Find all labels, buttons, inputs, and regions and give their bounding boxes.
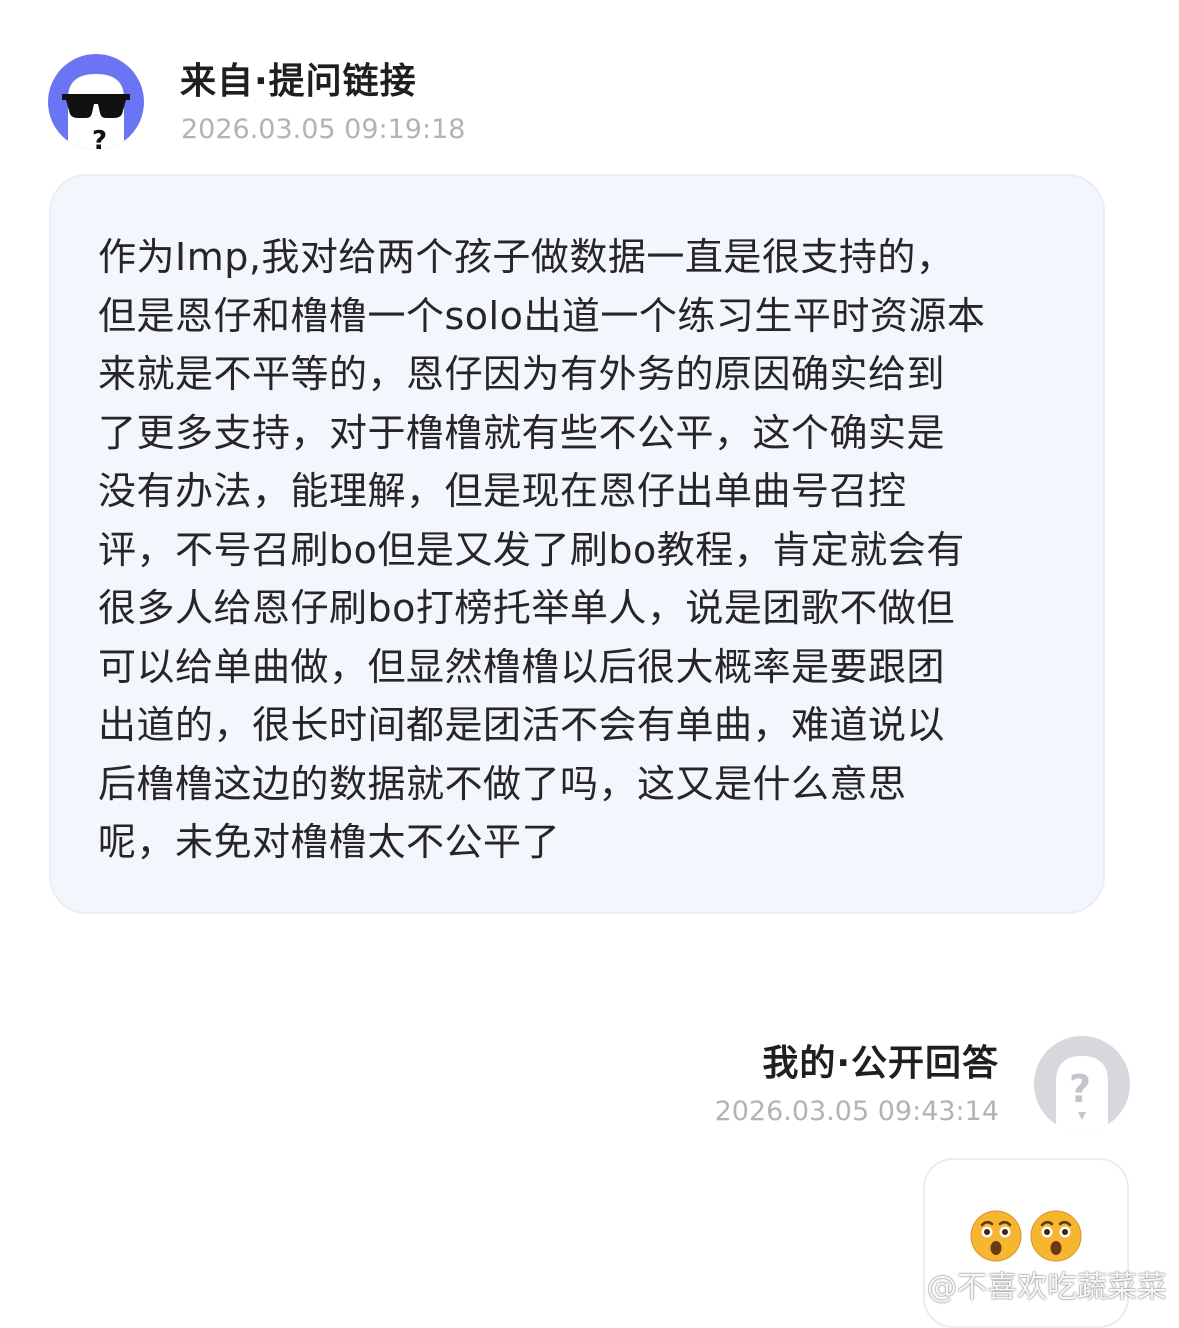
question-line: 很多人给恩仔刷bo打榜托举单人，说是团歌不做但 bbox=[98, 586, 955, 630]
svg-text:?: ? bbox=[92, 126, 107, 150]
question-avatar[interactable]: ? bbox=[48, 54, 144, 156]
question-text: 作为Imp,我对给两个孩子做数据一直是很支持的， 但是恩仔和橹橹一个solo出道… bbox=[98, 228, 1073, 872]
answer-timestamp: 2026.03.05 09:43:14 bbox=[714, 1096, 999, 1127]
question-mark-avatar-icon: ? bbox=[1034, 1036, 1130, 1132]
question-line: 评，不号召刷bo但是又发了刷bo教程，肯定就会有 bbox=[98, 527, 965, 572]
weibo-logo-icon bbox=[882, 1274, 920, 1304]
answer-avatar[interactable]: ? bbox=[1034, 1036, 1130, 1132]
answer-title: 我的·公开回答 bbox=[762, 1043, 999, 1084]
surprised-face-emoji bbox=[1030, 1210, 1082, 1262]
question-line: 可以给单曲做，但显然橹橹以后很大概率是要跟团 bbox=[98, 644, 946, 689]
answer-emoji-row bbox=[970, 1210, 1082, 1262]
surprised-face-emoji bbox=[970, 1210, 1022, 1262]
question-line: 了更多支持，对于橹橹就有些不公平，这个确实是 bbox=[98, 410, 946, 455]
question-line: 作为Imp,我对给两个孩子做数据一直是很支持的， bbox=[98, 235, 955, 279]
question-line: 呢，未免对橹橹太不公平了 bbox=[98, 820, 561, 864]
svg-text:?: ? bbox=[1069, 1067, 1091, 1111]
question-source-title: 来自·提问链接 bbox=[180, 61, 417, 102]
question-timestamp: 2026.03.05 09:19:18 bbox=[181, 114, 466, 145]
question-line: 出道的，很长时间都是团活不会有单曲，难道说以 bbox=[98, 703, 946, 747]
watermark-text: @不喜欢吃蔬菜菜 bbox=[927, 1270, 1167, 1305]
question-line: 没有办法，能理解，但是现在恩仔出单曲号召控 bbox=[98, 469, 907, 513]
weibo-watermark: @不喜欢吃蔬菜菜 bbox=[881, 1270, 1167, 1306]
question-line: 后橹橹这边的数据就不做了吗，这又是什么意思 bbox=[98, 761, 907, 806]
sunglasses-ghost-avatar-icon: ? bbox=[48, 54, 144, 156]
question-line: 来就是不平等的，恩仔因为有外务的原因确实给到 bbox=[98, 352, 946, 396]
question-line: 但是恩仔和橹橹一个solo出道一个练习生平时资源本 bbox=[98, 293, 986, 338]
